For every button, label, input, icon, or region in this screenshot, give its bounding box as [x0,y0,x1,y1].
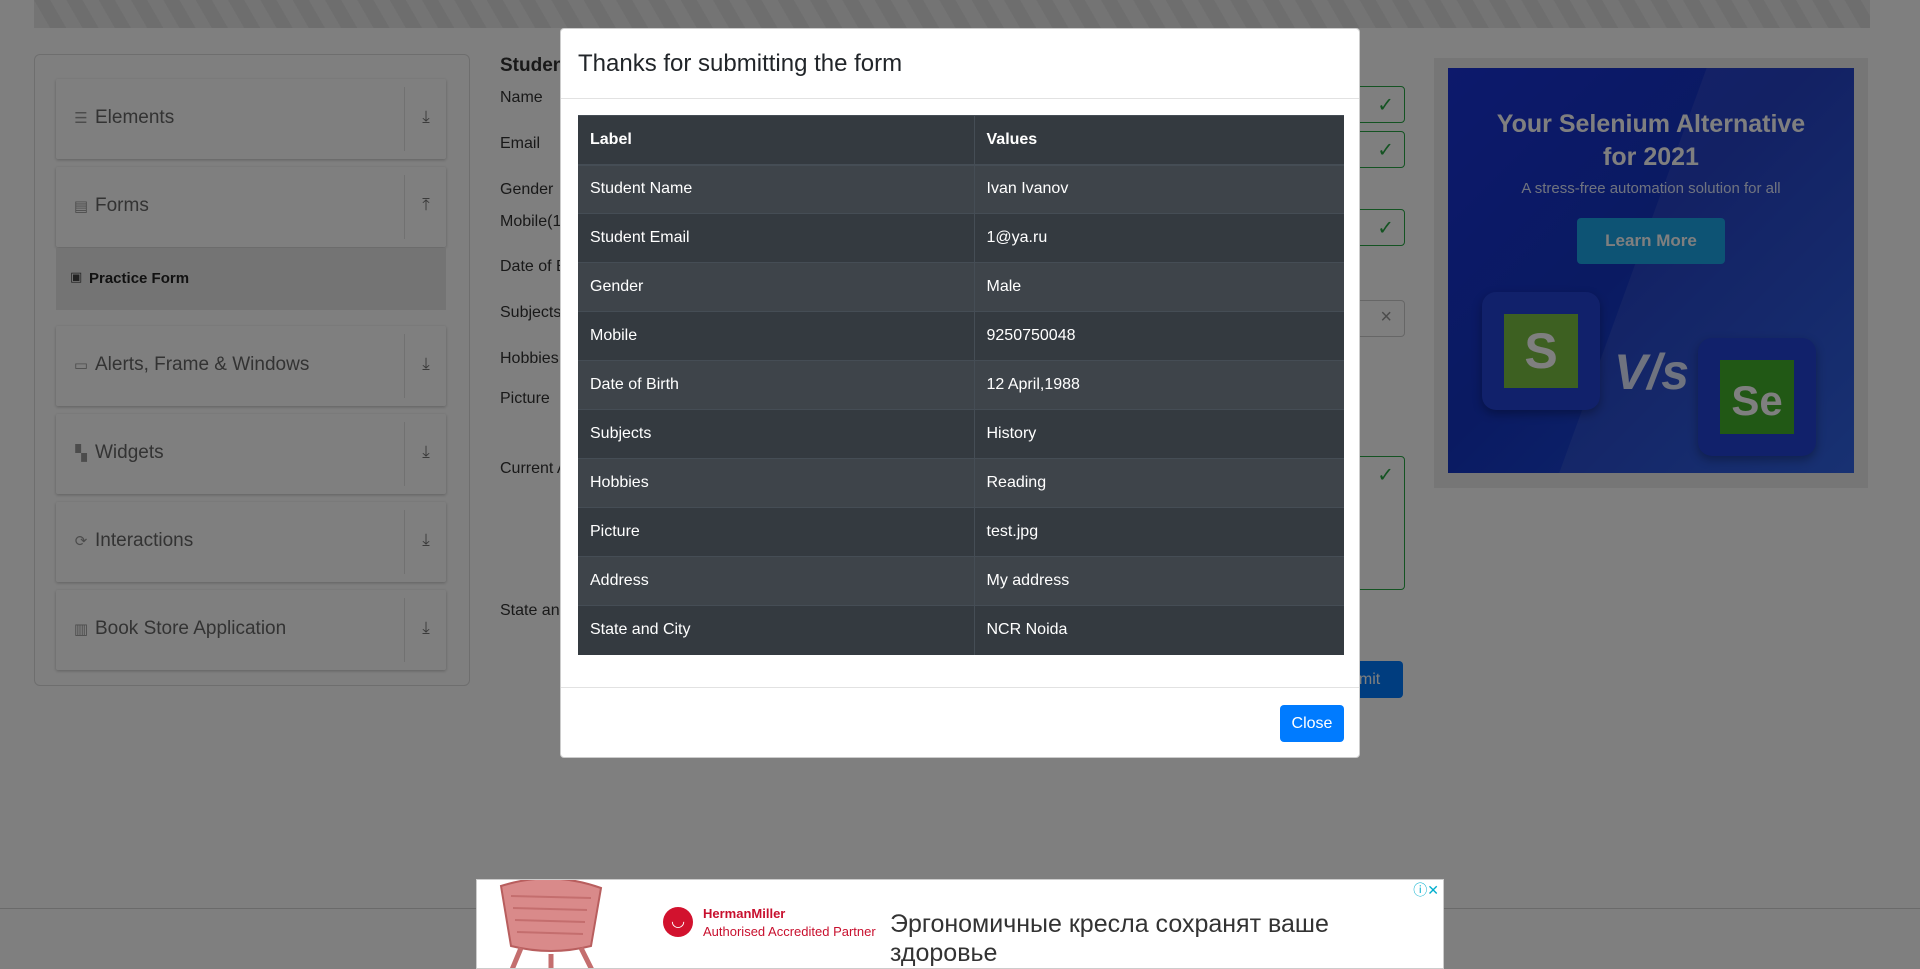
row-value: 12 April,1988 [974,360,1344,410]
row-value: test.jpg [974,507,1344,557]
row-label: Gender [578,262,975,312]
ad-tagline: Authorised Accredited Partner [703,924,876,939]
submission-table: Label Values Student Name Ivan Ivanov Stu… [578,115,1344,655]
table-row: Student Email 1@ya.ru [578,213,1344,263]
ad-choices-icon[interactable]: ⓘ✕ [1413,880,1439,900]
row-label: State and City [578,605,975,655]
column-header: Label [578,115,975,166]
table-row: Gender Male [578,262,1344,312]
table-row: Mobile 9250750048 [578,311,1344,361]
row-label: Student Email [578,213,975,263]
modal-header: Thanks for submitting the form [561,29,1359,99]
row-value: Male [974,262,1344,312]
table-row: Date of Birth 12 April,1988 [578,360,1344,410]
table-row: Address My address [578,556,1344,606]
row-value: Ivan Ivanov [974,164,1344,214]
modal-title: Thanks for submitting the form [578,50,903,77]
row-label: Subjects [578,409,975,459]
row-value: Reading [974,458,1344,508]
row-label: Student Name [578,164,975,214]
row-label: Picture [578,507,975,557]
table-row: State and City NCR Noida [578,605,1344,655]
herman-miller-logo-icon: ◡ [663,907,693,937]
row-value: My address [974,556,1344,606]
table-header-row: Label Values [578,115,1344,166]
table-row: Student Name Ivan Ivanov [578,164,1344,214]
chair-image [499,880,603,968]
row-label: Date of Birth [578,360,975,410]
close-button[interactable]: Close [1280,705,1344,742]
ad-brand: HermanMiller [703,906,786,921]
row-value: 9250750048 [974,311,1344,361]
table-row: Picture test.jpg [578,507,1344,557]
modal-footer-divider [561,687,1359,688]
row-label: Address [578,556,975,606]
row-value: History [974,409,1344,459]
ad-slogan: Эргономичные кресла сохранят ваше здоров… [890,910,1329,967]
column-header: Values [974,115,1344,166]
table-row: Hobbies Reading [578,458,1344,508]
herman-miller-ad[interactable]: ◡ HermanMiller Authorised Accredited Par… [476,879,1444,969]
row-label: Mobile [578,311,975,361]
row-value: 1@ya.ru [974,213,1344,263]
table-row: Subjects History [578,409,1344,459]
row-value: NCR Noida [974,605,1344,655]
row-label: Hobbies [578,458,975,508]
submission-modal: Thanks for submitting the form Label Val… [560,28,1360,758]
